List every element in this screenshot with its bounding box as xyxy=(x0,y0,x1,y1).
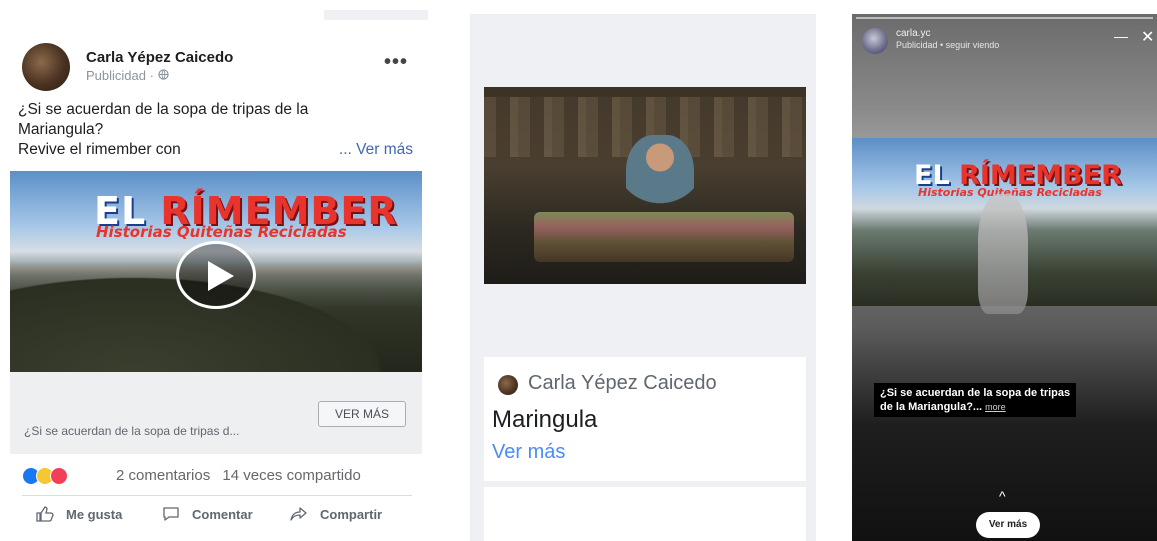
avatar[interactable] xyxy=(22,43,70,91)
like-label: Me gusta xyxy=(66,506,123,522)
thumbs-up-icon xyxy=(36,506,54,522)
comment-button[interactable]: Comentar xyxy=(162,506,253,522)
video-player[interactable]: EL RÍMEMBER Historias Quiteñas Reciclada… xyxy=(10,171,422,372)
sponsored-label: Publicidad · xyxy=(86,68,169,83)
post-text: ¿Si se acuerdan de la sopa de tripas de … xyxy=(18,100,413,160)
more-options-button[interactable]: ••• xyxy=(384,51,408,74)
close-icon[interactable]: ✕ xyxy=(1141,27,1154,47)
author-name[interactable]: Carla Yépez Caicedo xyxy=(528,372,717,395)
see-more-button[interactable]: Ver más xyxy=(976,512,1040,538)
comment-label: Comentar xyxy=(192,506,253,522)
post-text-line3-row: Revive el rimember con ... Ver más xyxy=(18,140,413,160)
play-icon[interactable] xyxy=(176,241,256,309)
like-button[interactable]: Me gusta xyxy=(36,506,122,522)
statue-figure xyxy=(978,194,1028,314)
table-with-produce xyxy=(534,212,794,262)
cta-bar: ¿Si se acuerdan de la sopa de tripas d..… xyxy=(10,372,422,454)
avatar[interactable] xyxy=(498,375,518,395)
caption-more-link[interactable]: more xyxy=(985,402,1006,412)
story-caption: ¿Si se acuerdan de la sopa de tripas de … xyxy=(874,383,1077,417)
cta-description: ¿Si se acuerdan de la sopa de tripas d..… xyxy=(24,424,240,438)
video-subtitle: Historias Quiteñas Recicladas xyxy=(96,223,347,241)
comment-icon xyxy=(162,506,180,522)
caption-line2: de la Mariangula?... xyxy=(880,401,983,413)
action-bar: Me gusta Comentar Compartir xyxy=(36,506,416,530)
story-progress-bar xyxy=(856,17,1153,19)
share-icon xyxy=(290,506,308,522)
share-button[interactable]: Compartir xyxy=(290,506,382,522)
see-more-link[interactable]: Ver más xyxy=(492,441,565,464)
post-text-line1: ¿Si se acuerdan de la sopa de tripas de … xyxy=(18,101,309,118)
instream-ad: Carla Yépez Caicedo Maringula Ver más xyxy=(470,14,816,541)
video-frame[interactable] xyxy=(484,87,806,284)
shares-count[interactable]: 14 veces compartido xyxy=(222,467,360,484)
feed-post: Carla Yépez Caicedo Publicidad · ••• ¿Si… xyxy=(8,0,428,541)
minimize-icon[interactable]: — xyxy=(1114,28,1128,44)
author-name[interactable]: Carla Yépez Caicedo xyxy=(86,49,233,66)
post-text-line3: Revive el rimember con xyxy=(18,141,181,158)
see-more-link[interactable]: ... Ver más xyxy=(339,140,413,160)
ad-card: Carla Yépez Caicedo Maringula Ver más xyxy=(484,357,806,481)
love-reaction-icon xyxy=(50,467,68,485)
bottom-card xyxy=(484,487,806,541)
swipe-up-icon: ^ xyxy=(999,488,1006,504)
engagement-stats: 2 comentarios 14 veces compartido xyxy=(116,467,369,484)
story-ad: carla.yc Publicidad • seguir viendo — ✕ … xyxy=(852,14,1157,541)
see-more-button[interactable]: VER MÁS xyxy=(318,401,406,427)
account-name[interactable]: carla.yc xyxy=(896,28,930,39)
comments-count[interactable]: 2 comentarios xyxy=(116,467,210,484)
globe-icon xyxy=(157,68,169,83)
sponsored-label: Publicidad • seguir viendo xyxy=(896,40,1000,50)
caption-line1: ¿Si se acuerdan de la sopa de tripas xyxy=(880,387,1071,399)
sponsored-text: Publicidad · xyxy=(86,68,158,83)
divider xyxy=(22,495,412,496)
share-label: Compartir xyxy=(320,506,383,522)
ad-title: Maringula xyxy=(492,406,598,433)
previous-post-edge xyxy=(324,10,428,20)
post-text-line2: Mariangula? xyxy=(18,121,104,138)
avatar[interactable] xyxy=(862,28,888,54)
